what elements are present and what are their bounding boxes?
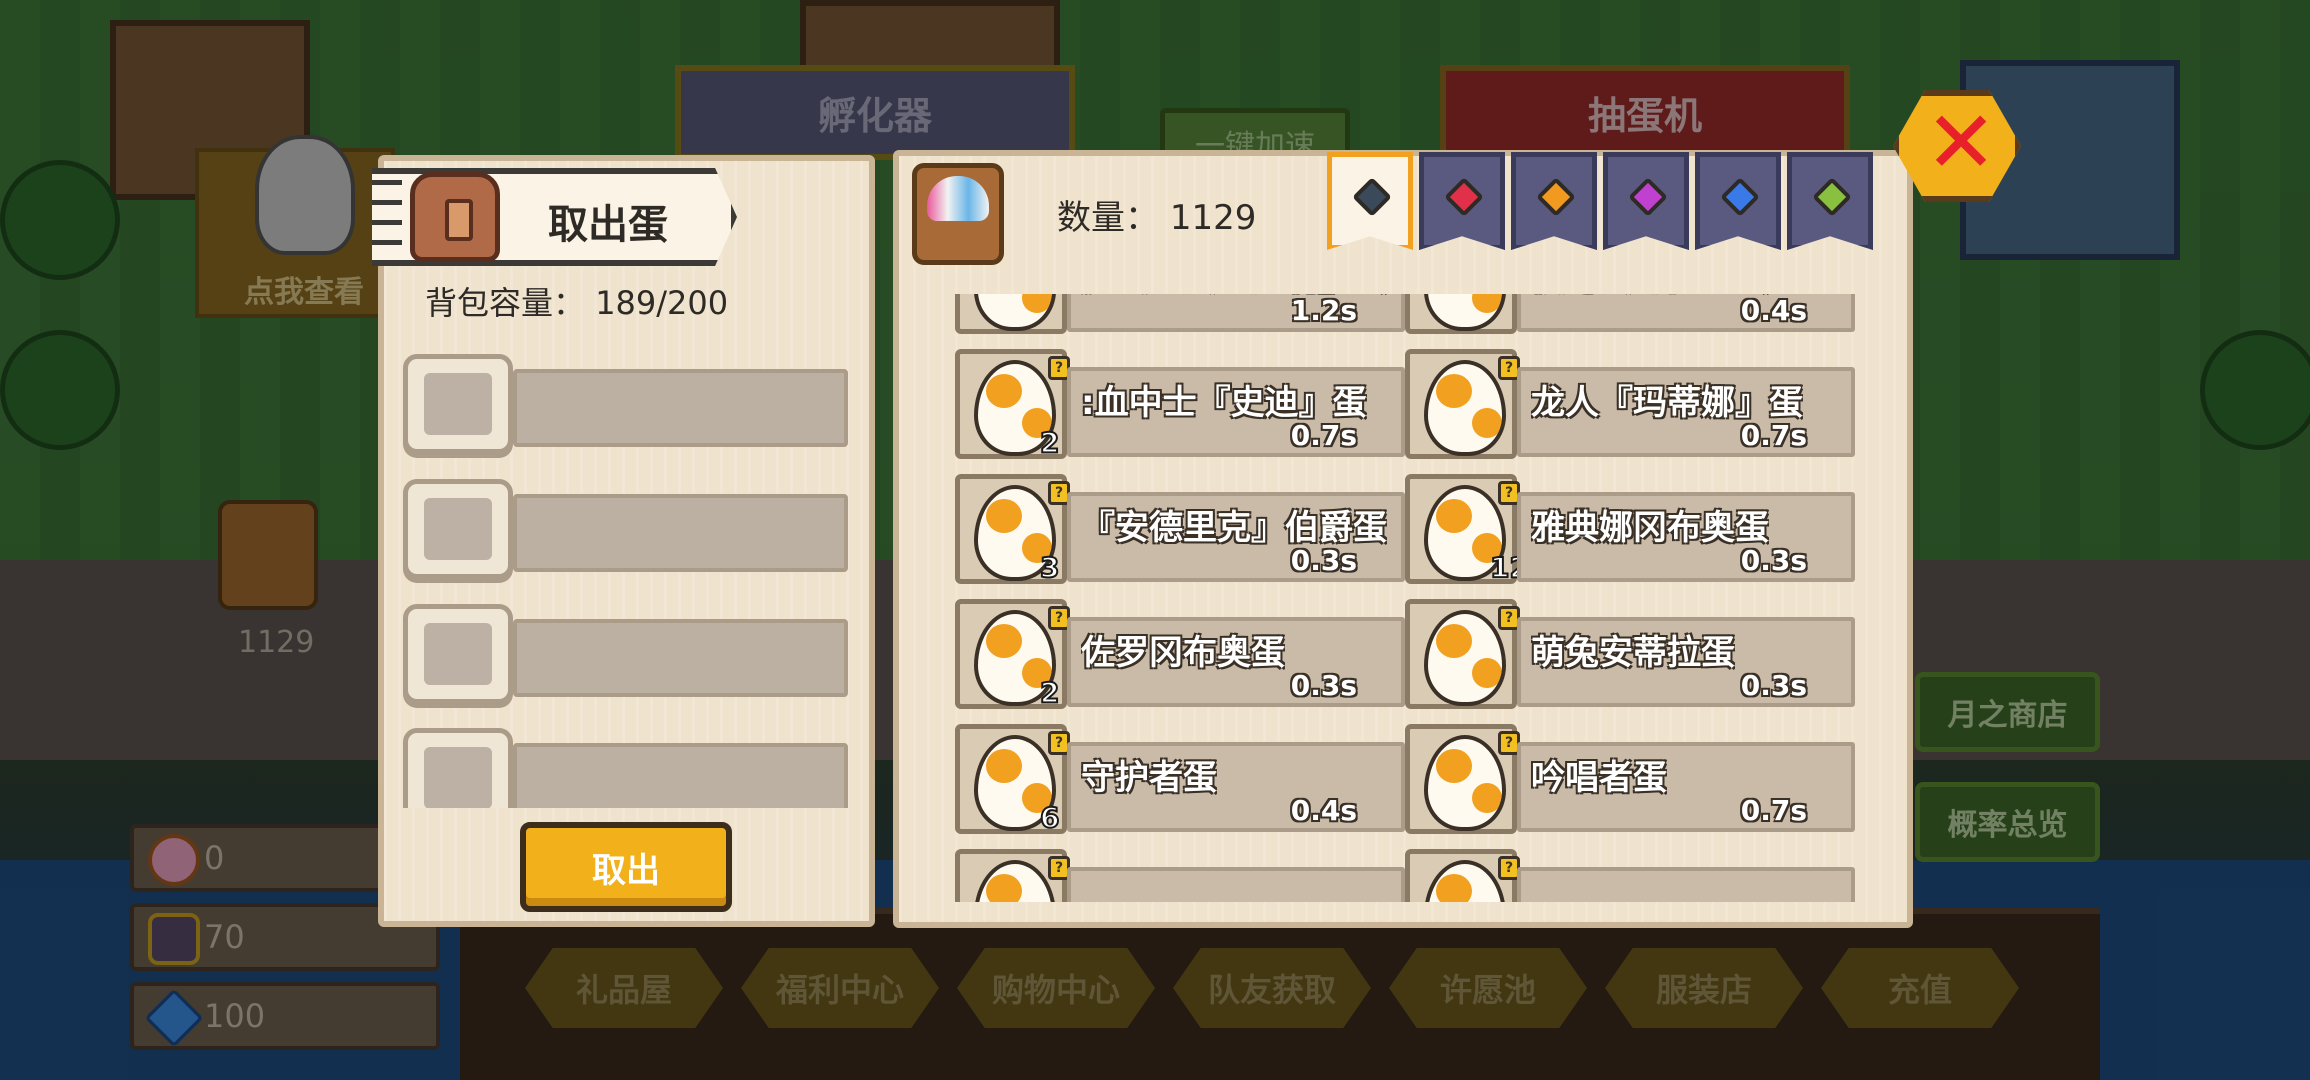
hatch-time: 0.7s — [1740, 419, 1807, 452]
egg-name-bar: 龙人『玛蒂娜』蛋 0.7s — [1517, 367, 1855, 457]
egg-basket-icon — [912, 163, 1004, 265]
filter-tab[interactable] — [1419, 152, 1505, 250]
take-out-button[interactable]: 取出 — [520, 822, 732, 912]
egg-frame: ? — [1405, 349, 1520, 459]
hatch-time: 0.4s — [1290, 794, 1357, 827]
egg-name-bar — [1067, 867, 1405, 902]
egg-frame: ? — [1405, 294, 1517, 334]
filter-tab[interactable] — [1511, 152, 1597, 250]
egg-item[interactable]: ? 萌兔安蒂拉蛋 0.3s — [1405, 599, 1855, 711]
egg-name-bar: 雅典娜冈布奥蛋 0.3s — [1517, 492, 1855, 582]
egg-frame: ? — [1405, 849, 1520, 902]
egg-icon — [974, 294, 1056, 331]
egg-frame: ? — [955, 294, 1067, 334]
egg-item[interactable]: ? 吟唱者蛋 0.7s — [1405, 724, 1855, 836]
filter-tab[interactable] — [1787, 152, 1873, 250]
quantity-value: 1129 — [1169, 198, 1257, 238]
egg-frame: ? 12 — [1405, 474, 1530, 585]
egg-icon — [974, 860, 1056, 902]
egg-item[interactable]: ? — [955, 849, 1405, 902]
egg-name-bar: 伏马女弓箭手蛋0.4s — [1517, 294, 1855, 332]
egg-item[interactable]: ? 2:血中士『史迪』蛋 0.7s — [955, 349, 1405, 461]
red-gem-icon — [1444, 177, 1484, 217]
egg-item[interactable]: ? 龙人『玛蒂娜』蛋 0.7s — [1405, 349, 1855, 461]
purple-gem-icon — [1628, 177, 1668, 217]
hatch-time: 0.3s — [1290, 669, 1357, 702]
egg-list: ?魔法少女『爱莉』蛋1.2s?伏马女弓箭手蛋0.4s?2:血中士『史迪』蛋0.7… — [955, 294, 1855, 902]
egg-item[interactable]: ? — [1405, 849, 1855, 902]
egg-name: 吟唱者蛋 — [1531, 758, 1667, 798]
egg-icon — [1424, 294, 1506, 331]
egg-name: :血中士『史迪』蛋 — [1081, 383, 1367, 423]
egg-count: 2 — [1039, 425, 1061, 460]
egg-item[interactable]: ? 3 『安德里克』伯爵蛋 0.3s — [955, 474, 1405, 586]
egg-frame: ? 2 — [955, 349, 1070, 460]
hatch-time: 0.4s — [1740, 294, 1807, 327]
hatch-time: 0.3s — [1740, 669, 1807, 702]
egg-count: 6 — [1039, 800, 1061, 835]
rarity-filter-tabs — [1327, 152, 1873, 250]
egg-icon — [1424, 735, 1506, 831]
egg-name: 龙人『玛蒂娜』蛋 — [1531, 383, 1803, 423]
egg-name: 佐罗冈布奥蛋 — [1081, 633, 1285, 673]
capacity-value: 189/200 — [595, 284, 729, 322]
blue-gem-icon — [1720, 177, 1760, 217]
egg-frame: ? 2 — [955, 599, 1070, 710]
egg-count: 2 — [1039, 675, 1061, 710]
egg-quantity: 数量： 1129 — [1057, 190, 1256, 239]
close-icon: ✕ — [1925, 93, 1998, 193]
backpack-slot[interactable] — [403, 604, 848, 704]
filter-tab[interactable] — [1327, 152, 1413, 250]
egg-frame: ? 6 — [955, 724, 1070, 835]
quantity-label: 数量： — [1057, 198, 1159, 238]
egg-icon — [1424, 610, 1506, 706]
egg-name-bar: :血中士『史迪』蛋 0.7s — [1067, 367, 1405, 457]
hatch-time: 0.3s — [1290, 544, 1357, 577]
egg-item[interactable]: ? 6 守护者蛋 0.4s — [955, 724, 1405, 836]
hatch-time: 0.7s — [1290, 419, 1357, 452]
egg-name-bar: 佐罗冈布奥蛋 0.3s — [1067, 617, 1405, 707]
orange-gem-icon — [1536, 177, 1576, 217]
egg-name-bar: 『安德里克』伯爵蛋 0.3s — [1067, 492, 1405, 582]
panel-title: 取出蛋 — [548, 202, 668, 248]
hatch-time: 0.7s — [1740, 794, 1807, 827]
egg-name-bar: 吟唱者蛋 0.7s — [1517, 742, 1855, 832]
hatch-time: 1.2s — [1290, 294, 1357, 327]
egg-item[interactable]: ? 12 雅典娜冈布奥蛋 0.3s — [1405, 474, 1855, 586]
green-gem-icon — [1812, 177, 1852, 217]
egg-frame: ? — [1405, 599, 1520, 709]
hatch-time: 0.3s — [1740, 544, 1807, 577]
egg-item[interactable]: ?魔法少女『爱莉』蛋1.2s — [955, 294, 1405, 336]
egg-count: 3 — [1039, 550, 1061, 585]
egg-frame: ? — [1405, 724, 1520, 834]
backpack-slot[interactable] — [403, 479, 848, 579]
backpack-icon — [410, 172, 500, 262]
egg-name-bar: 守护者蛋 0.4s — [1067, 742, 1405, 832]
backpack-slot[interactable] — [403, 354, 848, 454]
egg-icon — [1424, 360, 1506, 456]
egg-name: 伏马女弓箭手蛋 — [1531, 294, 1769, 299]
backpack-slot[interactable] — [403, 728, 848, 808]
egg-name-bar: 魔法少女『爱莉』蛋1.2s — [1067, 294, 1405, 332]
egg-item[interactable]: ?伏马女弓箭手蛋0.4s — [1405, 294, 1855, 336]
filter-tab[interactable] — [1603, 152, 1689, 250]
egg-frame: ? 3 — [955, 474, 1070, 585]
egg-name: 雅典娜冈布奥蛋 — [1531, 508, 1769, 548]
egg-item[interactable]: ? 2 佐罗冈布奥蛋 0.3s — [955, 599, 1405, 711]
filter-tab[interactable] — [1695, 152, 1781, 250]
egg-name: 『安德里克』伯爵蛋 — [1081, 508, 1387, 548]
egg-frame: ? — [955, 849, 1070, 902]
egg-icon — [1424, 860, 1506, 902]
egg-name-bar: 萌兔安蒂拉蛋 0.3s — [1517, 617, 1855, 707]
egg-name: 萌兔安蒂拉蛋 — [1531, 633, 1735, 673]
all-gem-icon — [1352, 177, 1392, 217]
backpack-capacity: 背包容量： 189/200 — [425, 278, 728, 324]
capacity-label: 背包容量： — [425, 284, 586, 322]
egg-name: 守护者蛋 — [1081, 758, 1217, 798]
egg-name-bar — [1517, 867, 1855, 902]
